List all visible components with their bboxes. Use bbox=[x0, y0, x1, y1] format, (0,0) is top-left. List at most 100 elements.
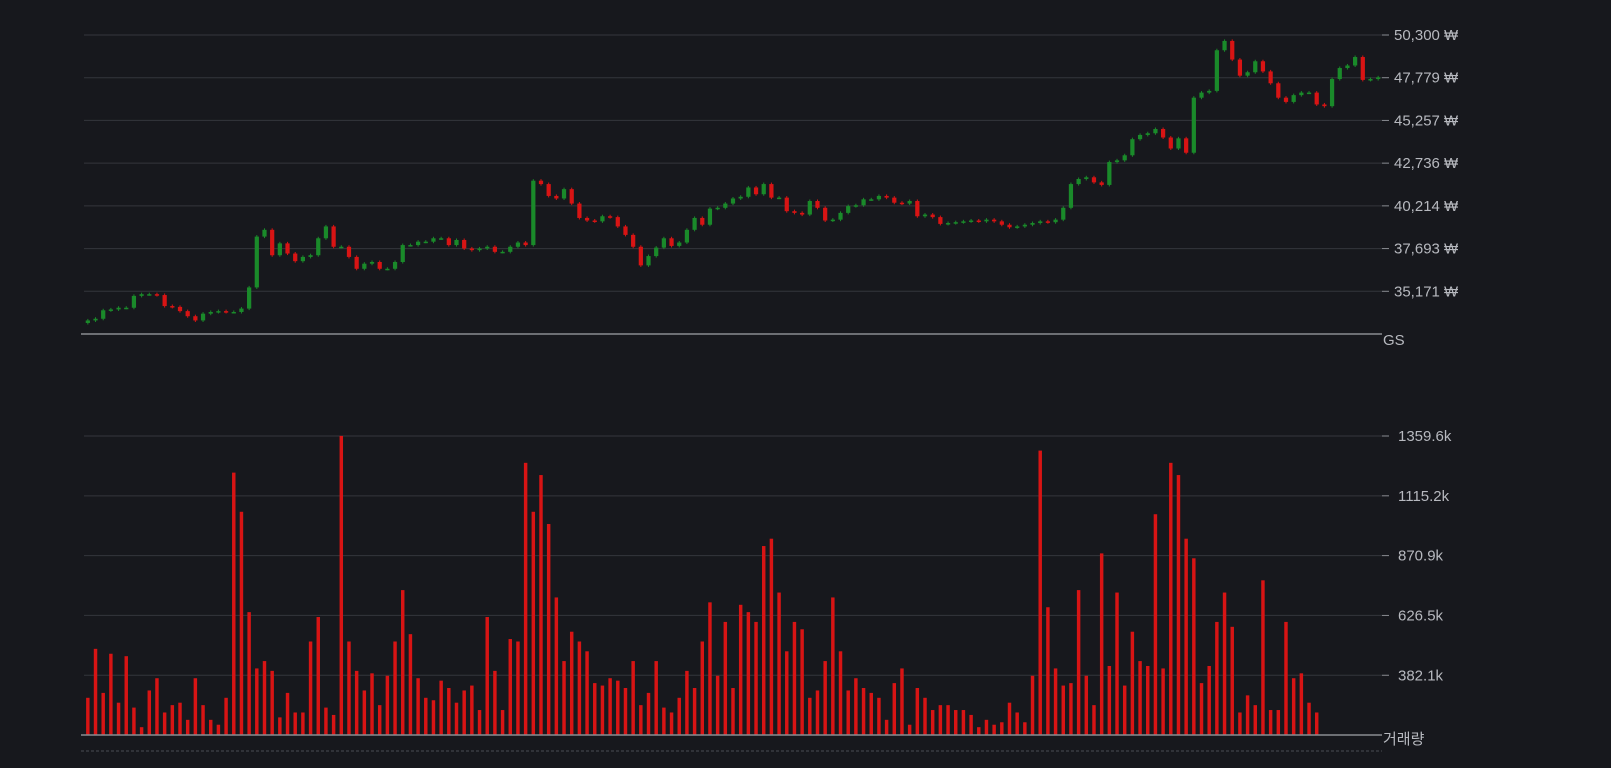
candle-body bbox=[984, 219, 989, 222]
volume-bar bbox=[831, 597, 835, 735]
volume-bar bbox=[838, 651, 843, 735]
volume-bar bbox=[324, 707, 328, 735]
volume-bar bbox=[278, 717, 282, 735]
candle-body bbox=[193, 316, 198, 321]
candle-body bbox=[431, 238, 436, 242]
candle-body bbox=[1214, 50, 1219, 91]
price-tick-label: 50,300 ₩ bbox=[1394, 27, 1459, 44]
volume-bar bbox=[984, 719, 989, 735]
volume-bar bbox=[170, 705, 175, 735]
volume-bar bbox=[531, 511, 536, 735]
candle-body bbox=[684, 229, 690, 243]
volume-bar bbox=[301, 712, 305, 735]
candle-body bbox=[1368, 79, 1373, 81]
volume-bar bbox=[270, 670, 274, 735]
volume-bar bbox=[1107, 665, 1112, 735]
candle-body bbox=[108, 309, 113, 311]
volume-bar bbox=[516, 641, 520, 735]
candle-body bbox=[707, 208, 713, 225]
candle-body bbox=[1007, 224, 1012, 228]
candle-body bbox=[1022, 224, 1027, 227]
volume-bar bbox=[393, 641, 397, 735]
volume-bar bbox=[616, 680, 620, 735]
candle-body bbox=[907, 201, 912, 204]
candle-body bbox=[715, 207, 720, 210]
volume-bar bbox=[193, 678, 198, 735]
volume-bar bbox=[377, 705, 382, 735]
candle-body bbox=[1245, 72, 1250, 76]
candle-body bbox=[577, 203, 582, 218]
volume-bar bbox=[700, 641, 705, 735]
candle-body bbox=[508, 246, 513, 252]
volume-bar bbox=[508, 639, 512, 735]
volume-bar bbox=[1215, 621, 1219, 735]
volume-bar bbox=[500, 710, 505, 735]
volume-bar bbox=[1192, 558, 1196, 735]
volume-bar bbox=[439, 680, 443, 735]
price-tick-label: 45,257 ₩ bbox=[1394, 112, 1459, 129]
candle-body bbox=[884, 195, 889, 198]
volume-bar bbox=[662, 707, 666, 735]
candle-body bbox=[362, 263, 367, 269]
volume-bar bbox=[139, 727, 144, 735]
candle-body bbox=[1122, 155, 1127, 161]
volume-bar bbox=[124, 656, 128, 735]
candle-body bbox=[1191, 97, 1196, 153]
candle-body bbox=[992, 219, 997, 222]
volume-bar bbox=[1299, 673, 1304, 735]
candle-body bbox=[485, 246, 490, 249]
volume-bar bbox=[1122, 685, 1127, 735]
volume-bar bbox=[285, 692, 290, 735]
volume-bar bbox=[669, 712, 674, 735]
volume-tick-label: 870.9k bbox=[1398, 548, 1444, 565]
candle-body bbox=[1199, 92, 1204, 98]
candle-body bbox=[600, 216, 605, 222]
candle-body bbox=[377, 262, 382, 269]
candle-body bbox=[323, 226, 329, 239]
candle-body bbox=[784, 197, 789, 212]
volume-bar bbox=[362, 690, 367, 735]
candle-body bbox=[354, 256, 359, 269]
candle-body bbox=[124, 307, 129, 310]
candle-body bbox=[922, 214, 928, 217]
candle-body bbox=[385, 268, 390, 271]
candle-body bbox=[1268, 71, 1273, 84]
volume-bar bbox=[178, 702, 182, 735]
volume-bar bbox=[1184, 538, 1188, 735]
volume-bar bbox=[185, 719, 190, 735]
candle-body bbox=[439, 238, 444, 240]
volume-bar bbox=[477, 710, 482, 735]
candle-body bbox=[861, 199, 866, 206]
candle-body bbox=[1153, 129, 1158, 134]
volume-bar bbox=[1307, 702, 1311, 735]
volume-bar bbox=[447, 688, 451, 735]
volume-bar bbox=[416, 678, 420, 735]
volume-bar bbox=[600, 685, 605, 735]
candle-body bbox=[1322, 104, 1327, 107]
volume-bar bbox=[262, 661, 267, 735]
candle-body bbox=[285, 243, 290, 254]
volume-bar bbox=[162, 712, 167, 735]
candle-body bbox=[892, 197, 897, 203]
candle-body bbox=[392, 262, 398, 269]
candle-body bbox=[423, 241, 428, 244]
candle-body bbox=[515, 242, 521, 247]
candle-body bbox=[293, 253, 298, 262]
volume-bar bbox=[1061, 685, 1065, 735]
volume-bar bbox=[961, 710, 966, 735]
price-tick-label: 47,779 ₩ bbox=[1394, 70, 1459, 87]
volume-axis-label: 거래량 bbox=[1383, 731, 1425, 748]
volume-bar bbox=[485, 617, 489, 735]
volume-bar bbox=[1046, 607, 1050, 735]
volume-bar bbox=[347, 641, 351, 735]
candle-body bbox=[746, 187, 751, 197]
volume-bar bbox=[1253, 705, 1258, 735]
volume-bar bbox=[546, 524, 551, 735]
volume-bar bbox=[1053, 668, 1058, 735]
volume-bar bbox=[523, 462, 528, 735]
candle-body bbox=[761, 184, 766, 195]
candle-body bbox=[331, 226, 336, 247]
candle-body bbox=[254, 236, 259, 288]
volume-bar bbox=[385, 675, 390, 735]
volume-bar bbox=[785, 651, 789, 735]
